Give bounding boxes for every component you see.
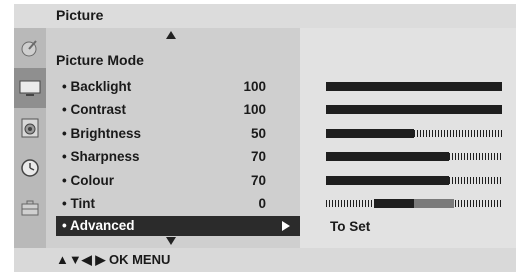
value-panel	[300, 28, 516, 248]
colour-label[interactable]: • Colour	[62, 173, 114, 188]
contrast-value: 100	[243, 102, 266, 117]
picture-mode-item[interactable]: Picture Mode	[56, 52, 144, 68]
screen-icon[interactable]	[14, 68, 46, 108]
clock-icon[interactable]	[14, 148, 46, 188]
colour-bar[interactable]	[326, 176, 502, 185]
sharpness-value: 70	[250, 149, 266, 164]
tint-value: 0	[258, 196, 266, 211]
brightness-label[interactable]: • Brightness	[62, 126, 141, 141]
contrast-bar[interactable]	[326, 105, 502, 114]
brightness-bar[interactable]	[326, 129, 502, 138]
sidebar	[14, 28, 46, 248]
advanced-hint: To Set	[330, 219, 371, 234]
advanced-label[interactable]: • Advanced	[62, 218, 135, 233]
tint-bar[interactable]	[326, 199, 502, 208]
toolbox-icon[interactable]	[14, 188, 46, 228]
scroll-down-icon[interactable]	[166, 237, 176, 245]
contrast-label[interactable]: • Contrast	[62, 102, 126, 117]
backlight-label[interactable]: • Backlight	[62, 79, 131, 94]
sharpness-bar[interactable]	[326, 152, 502, 161]
colour-value: 70	[250, 173, 266, 188]
brightness-value: 50	[250, 126, 266, 141]
tint-label[interactable]: • Tint	[62, 196, 95, 211]
scroll-up-icon[interactable]	[166, 31, 176, 39]
navigation-hint: ▲▼◀ ▶ OK MENU	[56, 252, 171, 267]
sharpness-label[interactable]: • Sharpness	[62, 149, 140, 164]
backlight-value: 100	[243, 79, 266, 94]
satellite-dish-icon[interactable]	[14, 28, 46, 68]
submenu-arrow-icon	[282, 221, 290, 231]
page-title: Picture	[56, 7, 104, 23]
speaker-icon[interactable]	[14, 108, 46, 148]
backlight-bar[interactable]	[326, 82, 502, 91]
